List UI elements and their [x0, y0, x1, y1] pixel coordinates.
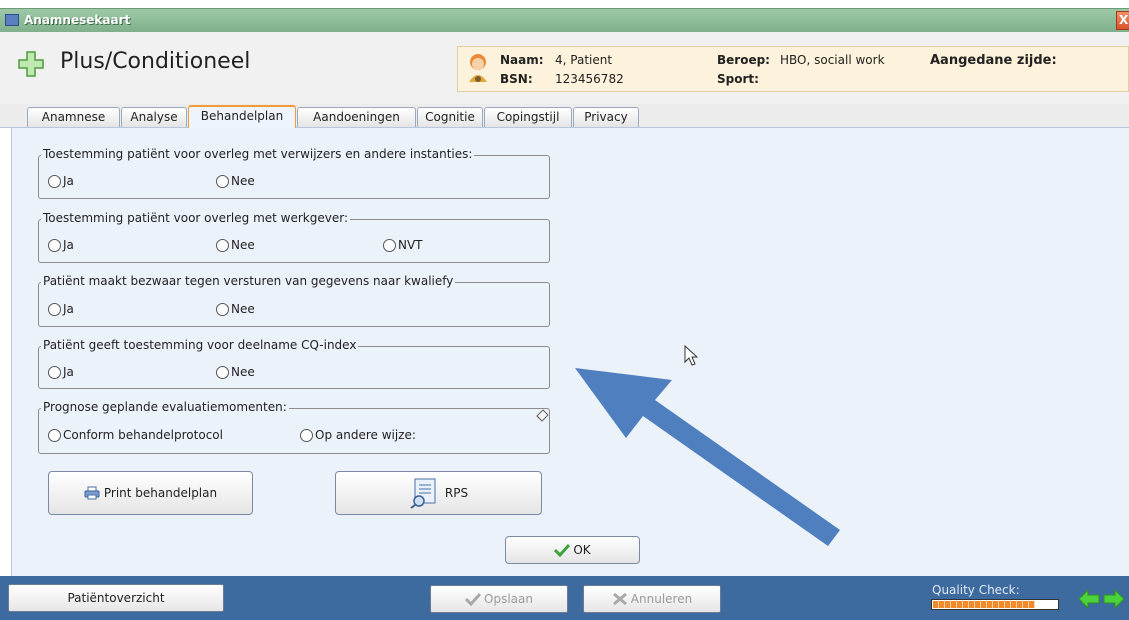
- overleg-verwijzers-group: Toestemming patiënt voor overleg met ver…: [38, 147, 550, 199]
- annuleren-button[interactable]: Annuleren: [583, 585, 721, 613]
- radio-circle[interactable]: [48, 365, 61, 379]
- beroep-value: HBO, sociall work: [780, 53, 885, 67]
- radio-label: Op andere wijze:: [315, 428, 416, 442]
- radio-circle[interactable]: [48, 174, 61, 188]
- annotation-arrow: [575, 368, 840, 546]
- sport-label: Sport:: [717, 72, 759, 86]
- rps-button[interactable]: RPS: [335, 471, 542, 515]
- app-title: Plus/Conditioneel: [60, 49, 251, 74]
- rps-document-icon: [410, 478, 436, 509]
- cq-index-legend: Patiënt geeft toestemming voor deelname …: [41, 338, 359, 352]
- bezwaar-group: Patiënt maakt bezwaar tegen versturen va…: [38, 274, 550, 327]
- mouse-cursor-icon: [684, 345, 698, 366]
- annuleren-label: Annuleren: [630, 592, 693, 606]
- radio-label: Ja: [63, 365, 74, 379]
- tab-behandelplan[interactable]: Behandelplan: [188, 105, 296, 128]
- tab-aandoeningen[interactable]: Aandoeningen: [297, 107, 416, 127]
- radio-label: Ja: [63, 302, 74, 316]
- radio-label: Nee: [231, 365, 255, 379]
- quality-check-fill: [933, 601, 1035, 608]
- cq-index-ja-radio[interactable]: Ja: [48, 365, 74, 379]
- radio-label: Nee: [231, 174, 255, 188]
- bsn-label: BSN:: [500, 72, 533, 86]
- overleg-werkgever-nvt-radio[interactable]: NVT: [383, 238, 423, 252]
- quality-check-label: Quality Check:: [932, 583, 1020, 597]
- radio-label: Nee: [231, 302, 255, 316]
- radio-label: Conform behandelprotocol: [63, 428, 223, 442]
- print-button-label: Print behandelplan: [103, 486, 218, 500]
- radio-circle[interactable]: [48, 238, 61, 252]
- close-window-button[interactable]: X: [1116, 11, 1129, 30]
- naam-value: 4, Patient: [555, 53, 613, 67]
- prognose-legend: Prognose geplande evaluatiemomenten:: [41, 400, 289, 414]
- tab-analyse[interactable]: Analyse: [121, 107, 187, 127]
- naam-label: Naam:: [500, 53, 544, 67]
- patientoverzicht-button[interactable]: Patiëntoverzicht: [8, 584, 224, 612]
- tab-privacy[interactable]: Privacy: [573, 107, 639, 127]
- cq-index-group: Patiënt geeft toestemming voor deelname …: [38, 338, 550, 389]
- bsn-value: 123456782: [555, 72, 624, 86]
- radio-circle[interactable]: [216, 174, 229, 188]
- cq-index-nee-radio[interactable]: Nee: [216, 365, 255, 379]
- quality-check-bar: [931, 599, 1059, 610]
- window-title-bar: Anamnesekaart X: [0, 8, 1129, 32]
- overleg-werkgever-legend: Toestemming patiënt voor overleg met wer…: [41, 211, 350, 225]
- radio-circle[interactable]: [216, 302, 229, 316]
- opslaan-button[interactable]: Opslaan: [430, 585, 568, 613]
- prognose-andere-wijze-radio[interactable]: Op andere wijze:: [300, 428, 416, 442]
- window-app-icon: [5, 14, 19, 26]
- overleg-werkgever-group: Toestemming patiënt voor overleg met wer…: [38, 211, 550, 263]
- checkmark-icon: [465, 592, 482, 606]
- aangedane-zijde-label: Aangedane zijde:: [930, 53, 1057, 68]
- print-behandelplan-button[interactable]: Print behandelplan: [48, 471, 253, 515]
- opslaan-label: Opslaan: [484, 592, 533, 606]
- overleg-verwijzers-legend: Toestemming patiënt voor overleg met ver…: [41, 147, 475, 161]
- overleg-werkgever-nee-radio[interactable]: Nee: [216, 238, 255, 252]
- cross-icon: [612, 592, 627, 606]
- next-arrow-icon[interactable]: [1103, 589, 1125, 609]
- beroep-label: Beroep:: [717, 53, 770, 67]
- overleg-verwijzers-nee-radio[interactable]: Nee: [216, 174, 255, 188]
- radio-circle[interactable]: [48, 428, 61, 442]
- tab-copingstijl[interactable]: Copingstijl: [484, 107, 572, 127]
- bezwaar-ja-radio[interactable]: Ja: [48, 302, 74, 316]
- printer-icon: [84, 486, 100, 500]
- radio-label: NVT: [398, 238, 423, 252]
- radio-label: Ja: [63, 238, 74, 252]
- radio-circle[interactable]: [383, 238, 396, 252]
- window-title: Anamnesekaart: [24, 13, 131, 27]
- tab-anamnese[interactable]: Anamnese: [27, 107, 120, 127]
- prognose-conform-radio[interactable]: Conform behandelprotocol: [48, 428, 223, 442]
- radio-circle[interactable]: [48, 302, 61, 316]
- radio-circle[interactable]: [216, 365, 229, 379]
- overleg-verwijzers-ja-radio[interactable]: Ja: [48, 174, 74, 188]
- radio-circle[interactable]: [216, 238, 229, 252]
- patientoverzicht-label: Patiëntoverzicht: [67, 591, 165, 605]
- radio-label: Ja: [63, 174, 74, 188]
- patient-avatar-icon: [469, 54, 487, 82]
- previous-arrow-icon[interactable]: [1078, 589, 1100, 609]
- radio-label: Nee: [231, 238, 255, 252]
- bezwaar-legend: Patiënt maakt bezwaar tegen versturen va…: [41, 274, 456, 288]
- plus-icon: [18, 51, 44, 77]
- tab-cognitie[interactable]: Cognitie: [417, 107, 483, 127]
- rps-button-label: RPS: [444, 486, 469, 500]
- radio-circle[interactable]: [300, 428, 313, 442]
- bezwaar-nee-radio[interactable]: Nee: [216, 302, 255, 316]
- overleg-werkgever-ja-radio[interactable]: Ja: [48, 238, 74, 252]
- eraser-icon[interactable]: [534, 407, 550, 423]
